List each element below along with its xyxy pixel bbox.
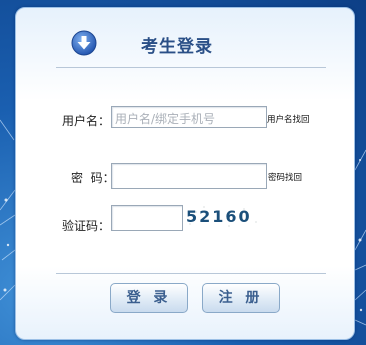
panel-header: 考生登录 bbox=[16, 8, 354, 68]
captcha-code: 52160 bbox=[186, 207, 252, 226]
login-button[interactable]: 登 录 bbox=[110, 283, 188, 313]
captcha-image[interactable]: 52160 bbox=[184, 204, 264, 230]
captcha-input[interactable] bbox=[111, 205, 183, 231]
username-input[interactable]: 用户名/绑定手机号 bbox=[111, 106, 267, 128]
password-label: 密 码： bbox=[71, 171, 115, 185]
footer-divider bbox=[56, 273, 326, 274]
login-panel: 考生登录 用户名： 用户名/绑定手机号 用户名找回 密 码： 密码找回 验证码：… bbox=[15, 7, 355, 340]
username-label: 用户名： bbox=[62, 114, 111, 128]
page-title: 考生登录 bbox=[141, 37, 213, 57]
username-recover-link[interactable]: 用户名找回 bbox=[267, 113, 310, 125]
password-recover-link[interactable]: 密码找回 bbox=[268, 171, 302, 183]
password-input[interactable] bbox=[111, 163, 267, 189]
download-arrow-icon bbox=[71, 30, 97, 56]
register-button[interactable]: 注 册 bbox=[202, 283, 280, 313]
captcha-label: 验证码： bbox=[62, 219, 111, 233]
header-divider bbox=[56, 67, 326, 68]
